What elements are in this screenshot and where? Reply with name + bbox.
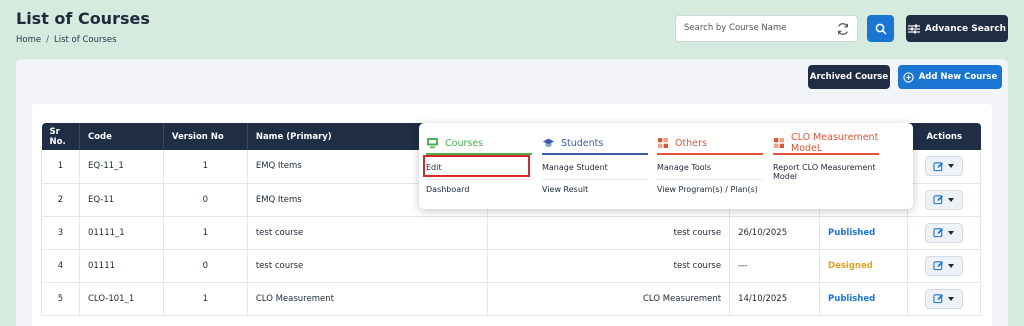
- cell-version: 1: [163, 282, 248, 316]
- cell-name-secondary: test course: [487, 249, 731, 283]
- row-actions-button[interactable]: [924, 222, 963, 243]
- dropdown-section-title: Others: [675, 137, 707, 149]
- cell-status: Designed: [819, 249, 908, 283]
- cell-status: Published: [819, 282, 908, 316]
- row-actions-button[interactable]: [924, 255, 963, 276]
- cell-actions: [907, 150, 982, 184]
- status-badge: Published: [828, 227, 876, 238]
- search-button[interactable]: [867, 15, 894, 42]
- plus-circle-icon: [903, 71, 914, 83]
- dropdown-divider: [426, 179, 532, 180]
- col-code: Code: [79, 123, 164, 150]
- cell-version: 0: [163, 183, 248, 217]
- chevron-down-icon: [948, 164, 955, 169]
- chevron-down-icon: [948, 230, 955, 235]
- dropdown-section-title: Courses: [445, 137, 484, 149]
- dropdown-section-underline: [657, 153, 763, 155]
- dropdown-section-title: CLO Measurement ModeL: [791, 132, 879, 154]
- advance-search-button[interactable]: Advance Search: [906, 15, 1008, 42]
- search-input[interactable]: [684, 23, 829, 33]
- chevron-down-icon: [948, 197, 955, 202]
- search-box: [675, 15, 858, 42]
- row-actions-button[interactable]: [924, 288, 963, 309]
- cell-sr-no: 1: [41, 150, 80, 184]
- status-badge: Published: [828, 293, 876, 304]
- add-new-course-label: Add New Course: [918, 72, 998, 82]
- dropdown-divider: [542, 179, 648, 180]
- cell-code: EQ-11_1: [79, 150, 164, 184]
- dropdown-section-header: CLO Measurement ModeL: [773, 132, 879, 155]
- cell-code: EQ-11: [79, 183, 164, 217]
- cell-sr-no: 2: [41, 183, 80, 217]
- cell-name-primary: CLO Measurement: [247, 282, 489, 316]
- dropdown-section-underline: [773, 153, 879, 155]
- dropdown-section-title: Students: [561, 137, 604, 149]
- edit-icon: [933, 294, 944, 304]
- cell-actions: [907, 249, 982, 283]
- cell-code: 01111_1: [79, 216, 164, 250]
- dropdown-item-view-result[interactable]: View Result: [542, 185, 648, 194]
- cell-version: 0: [163, 249, 248, 283]
- dropdown-section-header: Others: [657, 133, 763, 155]
- breadcrumb-current: List of Courses: [53, 35, 117, 45]
- cell-code: CLO-101_1: [79, 282, 164, 316]
- cell-name-secondary: CLO Measurement: [487, 282, 731, 316]
- refresh-icon[interactable]: [836, 22, 850, 36]
- dropdown-item-report-clo-measurement-model[interactable]: Report CLO Measurement Model: [773, 163, 879, 181]
- dropdown-item-manage-student[interactable]: Manage Student: [542, 163, 648, 172]
- cell-date: 26/10/2025: [729, 216, 821, 250]
- cell-actions: [907, 282, 982, 316]
- status-badge: Designed: [828, 260, 873, 271]
- cell-date: 14/10/2025: [729, 282, 821, 316]
- dropdown-section-underline: [542, 153, 648, 155]
- row-actions-button[interactable]: [924, 189, 963, 210]
- edit-icon: [933, 195, 944, 205]
- chevron-down-icon: [948, 296, 955, 301]
- col-version: Version No: [163, 123, 248, 150]
- cell-sr-no: 5: [41, 282, 80, 316]
- add-new-course-button[interactable]: Add New Course: [898, 65, 1002, 89]
- advance-search-label: Advance Search: [924, 23, 1007, 34]
- dropdown-section-header: Courses: [426, 133, 532, 155]
- cell-actions: [907, 183, 982, 217]
- edit-icon: [933, 228, 944, 238]
- dropdown-item-dashboard[interactable]: Dashboard: [426, 185, 532, 194]
- table-row: 4 01111 0 test course test course --- Designed: [41, 249, 982, 283]
- grid-icon: [773, 137, 785, 149]
- row-actions-button[interactable]: [924, 156, 963, 177]
- cell-version: 1: [163, 150, 248, 184]
- cell-date: ---: [729, 249, 821, 283]
- dropdown-divider: [657, 179, 763, 180]
- sliders-icon: [907, 24, 920, 33]
- cell-sr-no: 4: [41, 249, 80, 283]
- dropdown-item-view-program-s-plan-s[interactable]: View Program(s) / Plan(s): [657, 185, 763, 194]
- cell-status: Published: [819, 216, 908, 250]
- col-sr-no: Sr No.: [41, 123, 80, 150]
- grid-icon: [657, 137, 669, 149]
- cell-sr-no: 3: [41, 216, 80, 250]
- edit-icon: [933, 162, 944, 171]
- cell-code: 01111: [79, 249, 164, 283]
- monitor-icon: [426, 137, 439, 149]
- dropdown-item-manage-tools[interactable]: Manage Tools: [657, 163, 763, 172]
- breadcrumb-home[interactable]: Home: [16, 35, 41, 45]
- search-icon: [875, 23, 887, 35]
- chevron-down-icon: [948, 263, 955, 268]
- col-actions: Actions: [907, 123, 981, 150]
- cell-name-primary: test course: [247, 216, 489, 250]
- cell-actions: [907, 216, 982, 250]
- edit-highlight-box: [423, 155, 530, 177]
- breadcrumb-separator: /: [46, 35, 49, 45]
- graduation-cap-icon: [542, 137, 555, 149]
- cell-version: 1: [163, 216, 248, 250]
- edit-icon: [933, 261, 944, 271]
- dropdown-section-header: Students: [542, 133, 648, 155]
- page-title: List of Courses: [16, 9, 150, 28]
- table-row: 5 CLO-101_1 1 CLO Measurement CLO Measuremen…: [41, 282, 982, 316]
- archived-course-button[interactable]: Archived Course: [808, 65, 890, 89]
- cell-name-secondary: test course: [487, 216, 731, 250]
- cell-name-primary: test course: [247, 249, 489, 283]
- breadcrumb: Home / List of Courses: [16, 35, 117, 45]
- table-row: 3 01111_1 1 test course test course 26/10/202…: [41, 216, 982, 250]
